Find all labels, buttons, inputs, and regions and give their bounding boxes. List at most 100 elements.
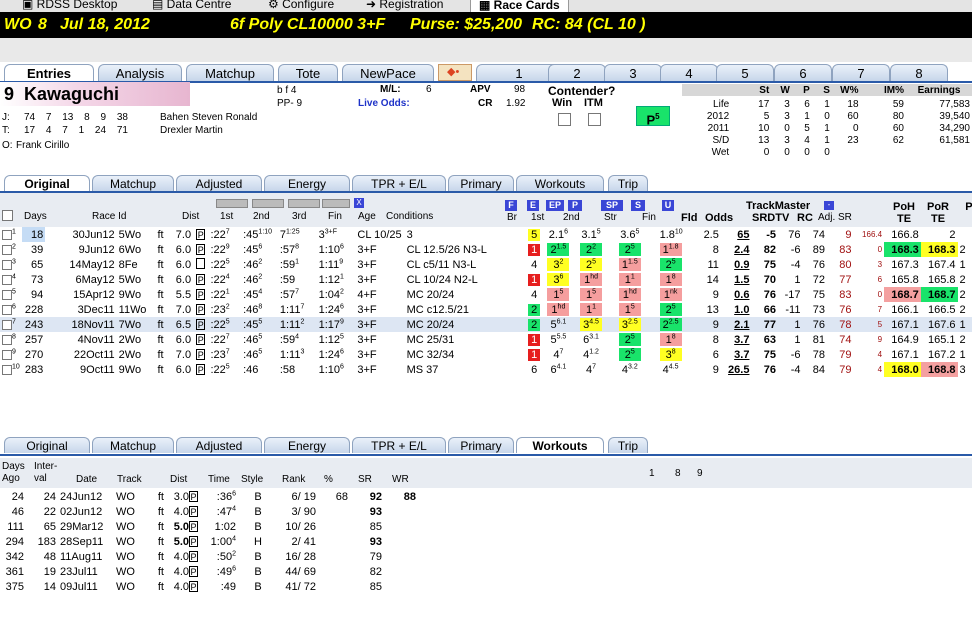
tab-horse-2[interactable]: 2: [548, 64, 606, 81]
app-tab-data-centre[interactable]: ▤ Data Centre: [150, 0, 231, 12]
workout-row[interactable]: 361 19 23Jul11 WO ft 4.0P:496 B 44/ 69 82: [0, 564, 418, 579]
table-row[interactable]: 4 73 6May12 5Wo ft 6.0 P:224:462:59 1:121 3+F CL …: [0, 272, 972, 287]
pace-filter-u-button[interactable]: U: [662, 200, 674, 211]
tab-horse-3[interactable]: 3: [604, 64, 662, 81]
column-header[interactable]: PoR TE: [924, 201, 952, 225]
row-checkbox[interactable]: [2, 289, 12, 300]
subtab-original[interactable]: Original: [4, 175, 90, 191]
column-header[interactable]: Fin: [328, 211, 342, 222]
pace-filter-f-button[interactable]: F: [505, 200, 517, 211]
tab-horse-4[interactable]: 4: [660, 64, 718, 81]
column-header[interactable]: 2nd: [563, 212, 580, 223]
column-header[interactable]: Race Id: [92, 211, 126, 222]
workout-column-header[interactable]: Track: [117, 474, 167, 485]
workout-column-header[interactable]: WR: [392, 474, 422, 485]
column-header[interactable]: Pe: [958, 201, 972, 213]
subtab-trip[interactable]: Trip: [608, 437, 648, 453]
pace-filter-e-button[interactable]: E: [527, 200, 539, 211]
workout-row[interactable]: 375 14 09Jul11 WO ft 4.0P:49 B 41/ 72 85: [0, 579, 418, 594]
row-checkbox[interactable]: [2, 349, 12, 360]
app-tab-rdss-desktop[interactable]: ▣ RDSS Desktop: [20, 0, 117, 12]
column-header[interactable]: Dist: [182, 211, 199, 222]
tab-analysis[interactable]: Analysis: [98, 64, 182, 81]
app-tab-registration[interactable]: ➜ Registration: [364, 0, 443, 12]
column-header[interactable]: Age: [358, 211, 376, 222]
pace-filter-sp-button[interactable]: SP: [601, 200, 623, 211]
workout-row[interactable]: 24 24 24Jun12 WO ft 3.0P:366 B 6/ 19 68 92 88: [0, 489, 418, 504]
row-checkbox[interactable]: [2, 274, 12, 285]
subtab-matchup[interactable]: Matchup: [92, 437, 174, 453]
row-checkbox[interactable]: [2, 319, 12, 330]
workout-row[interactable]: 111 65 29Mar12 WO ft 5.0P 1:02 B 10/ 26 85: [0, 519, 418, 534]
column-header[interactable]: Fld: [681, 212, 698, 224]
subtab-adjusted[interactable]: Adjusted: [176, 175, 262, 191]
tab-horse-5[interactable]: 5: [716, 64, 774, 81]
subtab-original[interactable]: Original: [4, 437, 90, 453]
table-row[interactable]: 6 228 3Dec11 11Wo ft 7.0 P:232:468 1:117 1:246 3+…: [0, 302, 972, 317]
row-checkbox[interactable]: [2, 304, 12, 315]
column-header[interactable]: Odds: [705, 212, 733, 224]
column-header[interactable]: PoH TE: [890, 201, 918, 225]
workout-column-header[interactable]: Dist: [170, 474, 210, 485]
pace-icon-button[interactable]: ◆•: [438, 64, 472, 81]
tab-horse-7[interactable]: 7: [832, 64, 890, 81]
subtab-trip[interactable]: Trip: [608, 175, 648, 191]
row-checkbox[interactable]: [2, 229, 12, 240]
table-row[interactable]: 7 243 18Nov11 7Wo ft 6.5 P:225:455 1:112 1:179 3+…: [0, 317, 972, 332]
tab-horse-8[interactable]: 8: [890, 64, 948, 81]
table-row[interactable]: 2 39 9Jun12 6Wo ft 6.0 P:229:456:578 1:106 3+F CL…: [0, 242, 972, 257]
column-header[interactable]: Br: [507, 212, 517, 223]
workout-column-header[interactable]: %: [324, 474, 354, 485]
workout-row[interactable]: 294 183 28Sep11 WO ft 5.0P 1:004 H 2/ 41 93: [0, 534, 418, 549]
subtab-workouts[interactable]: Workouts: [516, 437, 604, 453]
column-header[interactable]: Days: [24, 211, 47, 222]
pace-filter-s-button[interactable]: S: [631, 200, 645, 211]
row-checkbox[interactable]: [2, 364, 12, 375]
subtab-tpr-e-l[interactable]: TPR + E/L: [352, 437, 446, 453]
table-row[interactable]: 5 94 15Apr12 9Wo ft 5.5 P:221:454:577 1:042 4+F M…: [0, 287, 972, 302]
column-header[interactable]: Conditions: [386, 211, 433, 222]
clear-button[interactable]: X: [354, 198, 364, 208]
column-header[interactable]: SRDTV: [752, 212, 789, 224]
tab-newpace[interactable]: NewPace: [342, 64, 434, 81]
subtab-primary[interactable]: Primary: [448, 175, 514, 191]
collapse-button[interactable]: -: [824, 201, 834, 210]
pace-filter-ep-button[interactable]: EP: [546, 200, 564, 211]
tab-horse-6[interactable]: 6: [774, 64, 832, 81]
app-tab-race-cards[interactable]: ▦ Race Cards: [470, 0, 569, 12]
win-checkbox[interactable]: [558, 113, 571, 126]
column-header[interactable]: Fin: [642, 212, 656, 223]
table-row[interactable]: 9 270 22Oct11 2Wo ft 7.0 P:237:465 1:113 1:246 3+…: [0, 347, 972, 362]
column-header[interactable]: Str: [604, 212, 617, 223]
fraction-toggle-button[interactable]: [322, 199, 350, 208]
workout-column-header[interactable]: Inter-val: [34, 461, 70, 485]
subtab-tpr-e-l[interactable]: TPR + E/L: [352, 175, 446, 191]
subtab-energy[interactable]: Energy: [264, 175, 350, 191]
workout-column-header[interactable]: SR: [358, 474, 388, 485]
column-header[interactable]: 1st: [220, 211, 233, 222]
app-tab-configure[interactable]: ⚙ Configure: [266, 0, 334, 12]
table-row[interactable]: 3 65 14May12 8Fe ft 6.0:225:462:591 1:119 3+F CL…: [0, 257, 972, 272]
select-all-checkbox[interactable]: [2, 210, 13, 221]
fraction-toggle-button[interactable]: [216, 199, 248, 208]
tab-entries[interactable]: Entries: [4, 64, 94, 81]
subtab-matchup[interactable]: Matchup: [92, 175, 174, 191]
row-checkbox[interactable]: [2, 244, 12, 255]
tab-tote[interactable]: Tote: [278, 64, 338, 81]
subtab-adjusted[interactable]: Adjusted: [176, 437, 262, 453]
column-header[interactable]: 3rd: [292, 211, 306, 222]
column-header[interactable]: 2nd: [253, 211, 270, 222]
column-header[interactable]: Adj. SR: [818, 212, 852, 223]
tab-matchup[interactable]: Matchup: [186, 64, 274, 81]
subtab-energy[interactable]: Energy: [264, 437, 350, 453]
row-checkbox[interactable]: [2, 334, 12, 345]
itm-checkbox[interactable]: [588, 113, 601, 126]
subtab-workouts[interactable]: Workouts: [516, 175, 604, 191]
workout-column-header[interactable]: Days Ago: [2, 461, 38, 485]
pace-filter-p-button[interactable]: P: [568, 200, 582, 211]
fraction-toggle-button[interactable]: [288, 199, 320, 208]
workout-row[interactable]: 46 22 02Jun12 WO ft 4.0P:474 B 3/ 90 93: [0, 504, 418, 519]
workout-row[interactable]: 342 48 11Aug11 WO ft 4.0P:502 B 16/ 28 79: [0, 549, 418, 564]
column-header[interactable]: RC: [797, 212, 813, 224]
table-row[interactable]: 8 257 4Nov11 2Wo ft 6.0 P:227:465:594 1:125 3+F M…: [0, 332, 972, 347]
